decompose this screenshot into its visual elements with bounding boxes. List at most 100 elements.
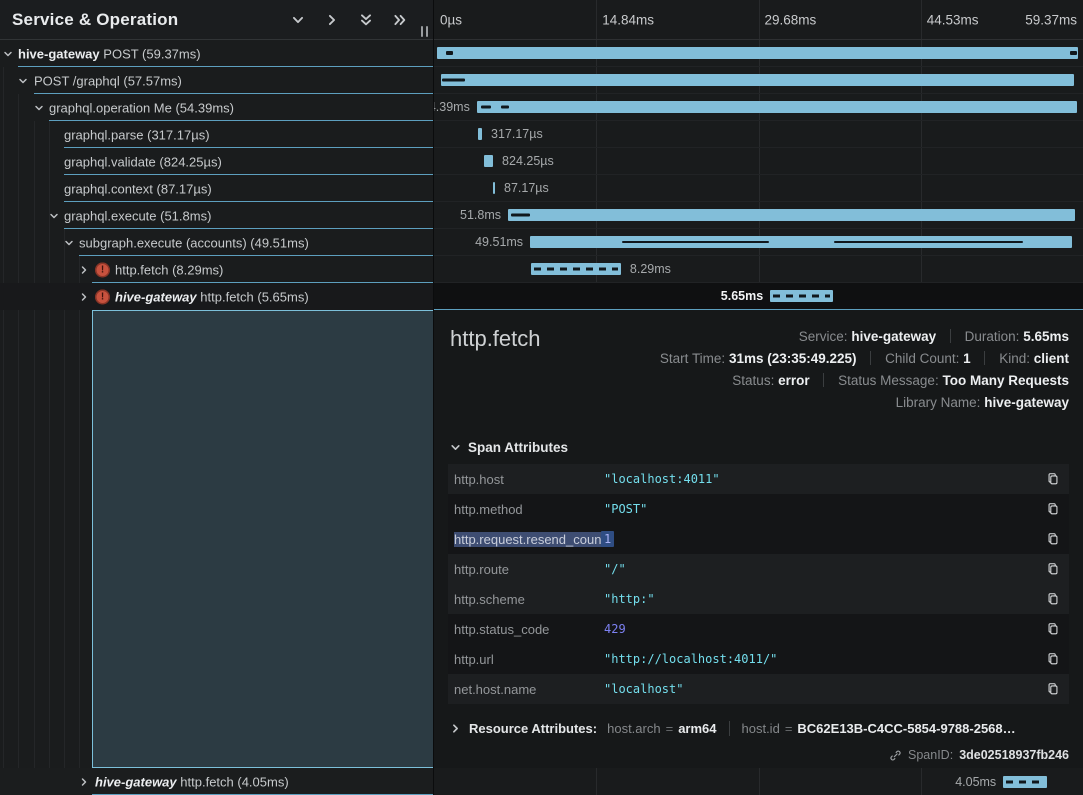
attr-value: 429 bbox=[604, 622, 626, 636]
attr-value: "localhost:4011" bbox=[604, 472, 720, 486]
timeline-row[interactable]: 51.8ms bbox=[434, 202, 1083, 229]
copy-icon[interactable] bbox=[1046, 562, 1060, 576]
attr-row[interactable]: net.host.name "localhost" bbox=[448, 674, 1069, 704]
meta-label: Duration: bbox=[965, 329, 1020, 344]
meta-separator bbox=[950, 329, 951, 343]
timeline-panel: 0µs 14.84ms 29.68ms 44.53ms 59.37ms 57.5… bbox=[434, 0, 1083, 795]
timeline-row[interactable]: 57.57ms bbox=[434, 67, 1083, 94]
chevron-down-icon bbox=[450, 442, 461, 453]
ruler-tick-label: 0µs bbox=[440, 12, 462, 27]
attr-key: http.status_code bbox=[454, 622, 604, 637]
chevron-down-icon[interactable] bbox=[291, 13, 305, 27]
timeline-row[interactable] bbox=[434, 40, 1083, 67]
span-bar[interactable] bbox=[477, 101, 1077, 113]
chevron-down-icon[interactable] bbox=[3, 49, 13, 59]
attr-value: "/" bbox=[604, 562, 626, 576]
span-bar[interactable] bbox=[441, 74, 1074, 86]
panel-resize-handle[interactable] bbox=[421, 26, 428, 37]
span-bar[interactable] bbox=[531, 263, 621, 275]
attr-row[interactable]: http.scheme "http:" bbox=[448, 584, 1069, 614]
error-icon: ! bbox=[95, 262, 110, 277]
attr-key: http.method bbox=[454, 502, 604, 517]
attr-value: "localhost" bbox=[604, 682, 683, 696]
span-row-graphql-parse[interactable]: graphql.parse (317.17µs) bbox=[0, 121, 433, 148]
attr-row[interactable]: http.status_code 429 bbox=[448, 614, 1069, 644]
meta-value: hive-gateway bbox=[851, 329, 936, 344]
attr-row[interactable]: http.url "http://localhost:4011/" bbox=[448, 644, 1069, 674]
timeline-row[interactable]: 87.17µs bbox=[434, 175, 1083, 202]
meta-label: Service: bbox=[799, 329, 848, 344]
duration-label: 8.29ms bbox=[621, 262, 671, 276]
span-row-subgraph-execute[interactable]: subgraph.execute (accounts) (49.51ms) bbox=[0, 229, 433, 256]
timeline-row-selected[interactable]: 5.65ms bbox=[434, 283, 1083, 310]
span-row-graphql-execute[interactable]: graphql.execute (51.8ms) bbox=[0, 202, 433, 229]
span-tree: hive-gateway POST (59.37ms) POST /graphq… bbox=[0, 40, 433, 795]
span-row-graphql-validate[interactable]: graphql.validate (824.25µs) bbox=[0, 148, 433, 175]
chevron-down-icon[interactable] bbox=[64, 238, 74, 248]
span-bar[interactable] bbox=[508, 209, 1075, 221]
chevrons-right-icon[interactable] bbox=[393, 13, 407, 27]
tree-header: Service & Operation bbox=[0, 0, 433, 40]
copy-icon[interactable] bbox=[1046, 652, 1060, 666]
span-row-http-fetch-2-selected[interactable]: ! hive-gateway http.fetch (5.65ms) bbox=[0, 283, 433, 310]
chevron-right-icon bbox=[450, 723, 461, 734]
span-row-post-graphql[interactable]: POST /graphql (57.57ms) bbox=[0, 67, 433, 94]
ruler-tick-label: 14.84ms bbox=[602, 12, 654, 27]
panel-title: Service & Operation bbox=[12, 10, 178, 30]
span-row-root-post[interactable]: hive-gateway POST (59.37ms) bbox=[0, 40, 433, 67]
span-id-label: SpanID: bbox=[908, 748, 953, 762]
meta-value: 5.65ms bbox=[1023, 329, 1069, 344]
chevron-right-icon[interactable] bbox=[79, 292, 89, 302]
link-icon[interactable] bbox=[889, 749, 902, 762]
timeline-row[interactable]: 54.39ms bbox=[434, 94, 1083, 121]
copy-icon[interactable] bbox=[1046, 472, 1060, 486]
error-icon: ! bbox=[95, 289, 110, 304]
chevron-right-icon[interactable] bbox=[325, 13, 339, 27]
span-row-http-fetch-3[interactable]: hive-gateway http.fetch (4.05ms) bbox=[0, 768, 433, 795]
timeline-row[interactable]: 49.51ms bbox=[434, 229, 1083, 256]
chevron-down-icon[interactable] bbox=[18, 76, 28, 86]
duration-label: 5.65ms bbox=[721, 289, 770, 303]
copy-icon[interactable] bbox=[1046, 682, 1060, 696]
timeline-row[interactable]: 317.17µs bbox=[434, 121, 1083, 148]
attr-row[interactable]: http.host "localhost:4011" bbox=[448, 464, 1069, 494]
bar-tick bbox=[834, 241, 1024, 243]
chevrons-down-icon[interactable] bbox=[359, 13, 373, 27]
span-bar[interactable] bbox=[437, 47, 1079, 59]
chevron-right-icon[interactable] bbox=[79, 265, 89, 275]
span-id-value: 3de02518937fb246 bbox=[959, 748, 1069, 762]
attr-row[interactable]: http.method "POST" bbox=[448, 494, 1069, 524]
chevron-right-icon[interactable] bbox=[79, 777, 89, 787]
span-attributes-header[interactable]: Span Attributes bbox=[434, 418, 1083, 464]
duration-label: 51.8ms bbox=[460, 208, 508, 222]
expanded-span-region bbox=[92, 310, 433, 768]
meta-separator bbox=[823, 373, 824, 387]
copy-icon[interactable] bbox=[1046, 622, 1060, 636]
duration-label: 317.17µs bbox=[482, 127, 543, 141]
copy-icon[interactable] bbox=[1046, 532, 1060, 546]
copy-icon[interactable] bbox=[1046, 502, 1060, 516]
chevron-down-icon[interactable] bbox=[34, 103, 44, 113]
span-bar[interactable] bbox=[484, 155, 493, 167]
resource-attr-value: arm64 bbox=[678, 721, 716, 736]
timeline-row[interactable]: 824.25µs bbox=[434, 148, 1083, 175]
span-row-http-fetch-1[interactable]: ! http.fetch (8.29ms) bbox=[0, 256, 433, 283]
span-tree-panel: Service & Operation hive-gateway POST (5… bbox=[0, 0, 434, 795]
attr-key: http.url bbox=[454, 652, 604, 667]
bar-tick bbox=[501, 106, 509, 109]
meta-value: 1 bbox=[963, 351, 971, 366]
copy-icon[interactable] bbox=[1046, 592, 1060, 606]
span-bar[interactable] bbox=[770, 290, 833, 302]
attr-row-highlighted[interactable]: http.request.resend_count 1 bbox=[448, 524, 1069, 554]
timeline-ruler[interactable]: 0µs 14.84ms 29.68ms 44.53ms 59.37ms bbox=[434, 0, 1083, 40]
meta-value: error bbox=[778, 373, 810, 388]
timeline-row-bottom[interactable]: 4.05ms bbox=[434, 768, 1083, 795]
span-row-graphql-context[interactable]: graphql.context (87.17µs) bbox=[0, 175, 433, 202]
span-row-graphql-operation[interactable]: graphql.operation Me (54.39ms) bbox=[0, 94, 433, 121]
meta-label: Status: bbox=[732, 373, 774, 388]
span-bar[interactable] bbox=[1003, 776, 1047, 788]
resource-attributes-row[interactable]: Resource Attributes: host.arch = arm64 h… bbox=[434, 704, 1083, 736]
attr-row[interactable]: http.route "/" bbox=[448, 554, 1069, 584]
timeline-row[interactable]: 8.29ms bbox=[434, 256, 1083, 283]
chevron-down-icon[interactable] bbox=[49, 211, 59, 221]
